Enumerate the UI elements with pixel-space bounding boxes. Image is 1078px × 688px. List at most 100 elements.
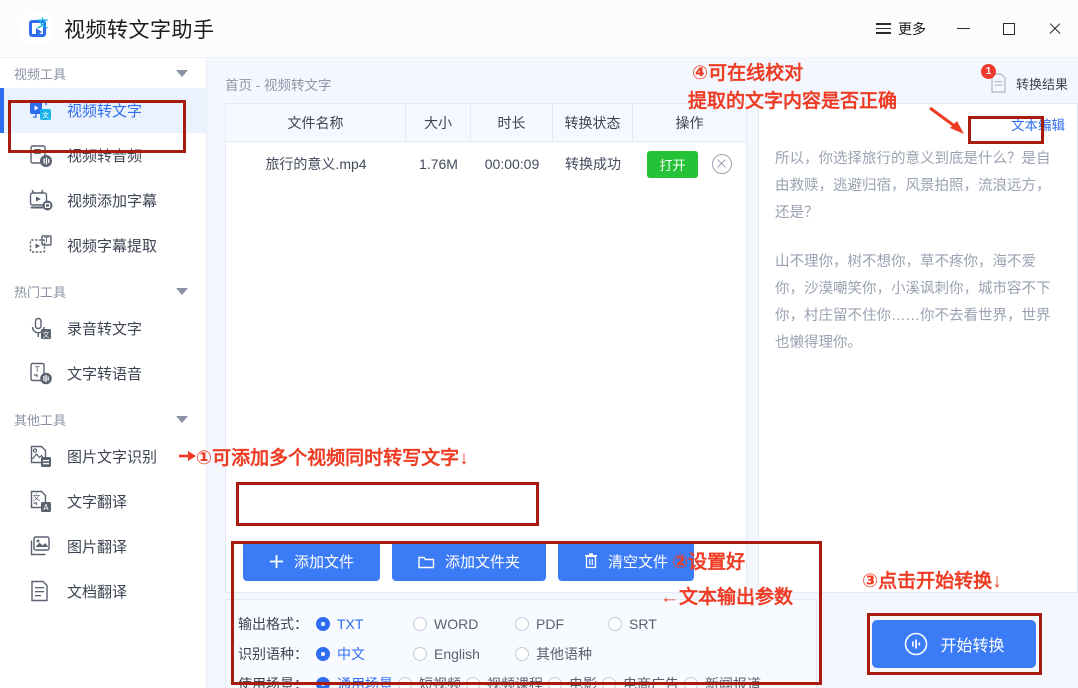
table-header: 文件名称 大小 时长 转换状态 操作 xyxy=(226,104,746,142)
image-ocr-icon xyxy=(28,444,54,470)
transcription-paragraph: 所以，你选择旅行的意义到底是什么？是自由救赎，逃避归宿，风景拍照，流浪远方，还是… xyxy=(775,151,1051,221)
table-row[interactable]: 旅行的意义.mp4 1.76M 00:00:09 转换成功 打开 xyxy=(226,142,746,186)
radio-format-txt[interactable]: TXT xyxy=(316,616,408,632)
clear-files-label: 清空文件 xyxy=(608,553,669,571)
open-button[interactable]: 打开 xyxy=(647,150,698,178)
sidebar-item-video-add-subtitle[interactable]: 视频添加字幕 xyxy=(0,178,206,223)
radio-label: 视频课程 xyxy=(487,676,543,688)
sidebar-group-other-tools[interactable]: 其他工具 xyxy=(0,404,206,434)
svg-text:文: 文 xyxy=(43,330,50,339)
video-add-subtitle-icon xyxy=(28,188,54,214)
close-icon xyxy=(1048,22,1062,36)
radio-format-word[interactable]: WORD xyxy=(413,616,510,632)
radio-label: SRT xyxy=(629,616,657,632)
sidebar: 视频工具 文 视频转文字 视频转音频 视频添加字幕 T 视频字幕提取 热门工具 … xyxy=(0,58,207,688)
trash-icon xyxy=(585,553,598,569)
setting-row-scene: 使用场景： 通用场景 短视频 视频课程 电影 电商广告 新闻报道 xyxy=(238,669,816,688)
app-title: 视频转文字助手 xyxy=(64,18,215,42)
tab-label: 转换结果 xyxy=(1015,76,1068,92)
radio-scene-news[interactable]: 新闻报道 xyxy=(684,674,761,688)
radio-language-chinese[interactable]: 中文 xyxy=(316,644,408,664)
document-icon: 1 xyxy=(980,64,1010,94)
video-subtitle-extract-icon: T xyxy=(28,233,54,259)
sidebar-item-audio-to-text[interactable]: 文 录音转文字 xyxy=(0,306,206,351)
radio-label: TXT xyxy=(337,616,364,632)
folder-icon xyxy=(418,556,435,568)
tab-conversion-result[interactable]: 1 转换结果 xyxy=(980,64,1068,94)
sidebar-item-image-ocr[interactable]: 图片文字识别 xyxy=(0,434,206,479)
sidebar-group-video-tools[interactable]: 视频工具 xyxy=(0,58,206,88)
radio-format-pdf[interactable]: PDF xyxy=(515,616,603,632)
cell-size: 1.76M xyxy=(419,156,458,172)
radio-label: 电商广告 xyxy=(623,676,679,688)
setting-row-format: 输出格式： TXT WORD PDF SRT xyxy=(238,609,816,639)
file-actions: 添加文件 添加文件夹 清空文件 xyxy=(243,541,695,581)
radio-dot-icon xyxy=(466,677,480,688)
chevron-down-icon xyxy=(176,287,188,295)
maximize-icon xyxy=(1003,22,1015,35)
window-controls: 更多 xyxy=(862,0,1078,57)
anno-1: ①可添加多个视频同时转写文字↓ xyxy=(196,448,469,469)
sidebar-item-label: 文字转语音 xyxy=(67,366,143,383)
sidebar-item-label: 图片翻译 xyxy=(67,539,128,556)
sidebar-item-image-translate[interactable]: 图片翻译 xyxy=(0,524,206,569)
add-file-button[interactable]: 添加文件 xyxy=(243,541,381,581)
col-status: 转换状态 xyxy=(553,104,633,141)
sidebar-item-label: 文档翻译 xyxy=(67,584,128,601)
sidebar-item-label: 图片文字识别 xyxy=(67,449,158,466)
format-label: 输出格式： xyxy=(238,616,308,632)
remove-icon[interactable] xyxy=(711,154,732,174)
sidebar-item-label: 文字翻译 xyxy=(67,494,128,511)
radio-scene-course[interactable]: 视频课程 xyxy=(466,674,543,688)
sidebar-item-text-translate[interactable]: 文A 文字翻译 xyxy=(0,479,206,524)
sidebar-item-label: 视频字幕提取 xyxy=(67,238,158,255)
chevron-down-icon xyxy=(176,415,188,423)
main-content: 首页 - 视频转文字 1 转换结果 文件名称 大小 时长 转换状态 操作 旅行的… xyxy=(207,58,1078,688)
sidebar-item-video-subtitle-extract[interactable]: T 视频字幕提取 xyxy=(0,223,206,268)
sidebar-group-hot-tools[interactable]: 热门工具 xyxy=(0,276,206,306)
radio-dot-icon xyxy=(684,677,698,688)
minimize-button[interactable] xyxy=(940,0,986,58)
radio-scene-short-video[interactable]: 短视频 xyxy=(398,674,461,688)
chevron-down-icon xyxy=(176,69,188,77)
radio-scene-movie[interactable]: 电影 xyxy=(548,674,597,688)
convert-icon xyxy=(905,632,928,656)
more-button[interactable]: 更多 xyxy=(862,0,940,57)
text-edit-button[interactable]: 文本编辑 xyxy=(1011,114,1065,134)
start-convert-button[interactable]: 开始转换 xyxy=(872,620,1036,668)
more-label: 更多 xyxy=(898,20,926,37)
radio-dot-icon xyxy=(413,617,427,631)
anno-4-line1: ④可在线校对 xyxy=(692,63,804,84)
svg-text:T: T xyxy=(43,236,49,245)
col-duration: 时长 xyxy=(471,104,553,141)
radio-label: 新闻报道 xyxy=(705,676,761,688)
add-folder-button[interactable]: 添加文件夹 xyxy=(392,541,547,581)
sidebar-item-video-to-text[interactable]: 文 视频转文字 xyxy=(0,88,206,133)
maximize-button[interactable] xyxy=(986,0,1032,58)
hamburger-icon xyxy=(876,23,891,34)
minimize-icon xyxy=(956,27,970,30)
video-to-audio-icon xyxy=(28,143,54,169)
text-to-speech-icon: T xyxy=(28,361,54,387)
transcription-text[interactable]: 所以，你选择旅行的意义到底是什么？是自由救赎，逃避归宿，风景拍照，流浪远方，还是… xyxy=(775,146,1063,379)
radio-dot-icon xyxy=(515,647,529,661)
radio-scene-general[interactable]: 通用场景 xyxy=(316,674,393,688)
svg-text:文: 文 xyxy=(33,492,41,502)
close-button[interactable] xyxy=(1032,0,1078,58)
radio-format-srt[interactable]: SRT xyxy=(608,616,657,632)
sidebar-item-text-to-speech[interactable]: T 文字转语音 xyxy=(0,351,206,396)
radio-language-english[interactable]: English xyxy=(413,646,510,662)
transcription-paragraph: 山不理你，树不想你，草不疼你，海不爱你，沙漠嘲笑你，小溪讽刺你，城市容不下你，村… xyxy=(775,254,1051,351)
sidebar-item-label: 视频添加字幕 xyxy=(67,193,158,210)
sidebar-item-video-to-audio[interactable]: 视频转音频 xyxy=(0,133,206,178)
add-file-label: 添加文件 xyxy=(294,553,355,571)
sidebar-item-doc-translate[interactable]: 文档翻译 xyxy=(0,569,206,614)
setting-row-language: 识别语种： 中文 English 其他语种 xyxy=(238,639,816,669)
language-label: 识别语种： xyxy=(238,646,308,662)
title-bar: 文 视频转文字助手 更多 xyxy=(0,0,1078,58)
app-logo-icon: 文 xyxy=(22,13,52,44)
radio-language-other[interactable]: 其他语种 xyxy=(515,644,592,664)
radio-scene-ecommerce-ad[interactable]: 电商广告 xyxy=(602,674,679,688)
radio-dot-icon xyxy=(548,677,562,688)
radio-label: 通用场景 xyxy=(337,676,393,688)
